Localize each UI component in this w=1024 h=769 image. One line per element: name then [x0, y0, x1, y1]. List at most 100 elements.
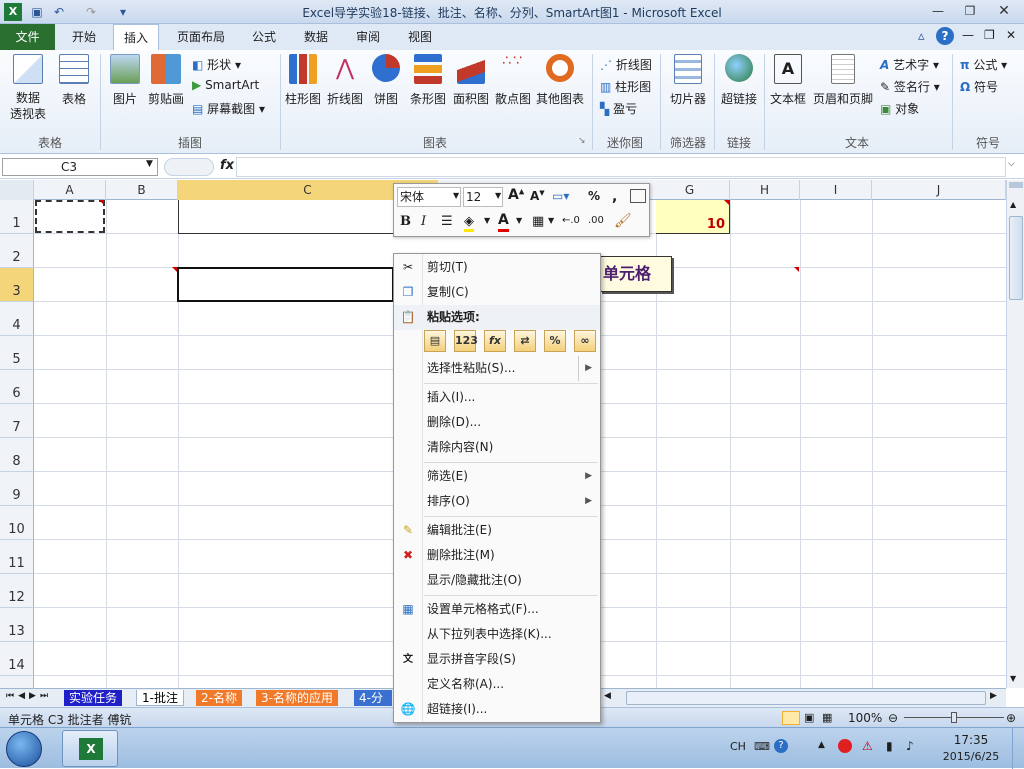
paste-button[interactable]: ▤ — [424, 330, 446, 352]
table-button[interactable]: 表格 — [56, 54, 92, 107]
header-footer-button[interactable]: 页眉和页脚 — [810, 54, 876, 107]
comma-style-icon[interactable]: , — [612, 189, 617, 205]
volume-icon[interactable]: ♪ — [906, 739, 914, 753]
slicer-button[interactable]: 切片器 — [666, 54, 710, 107]
row-header[interactable]: 14 — [0, 642, 34, 676]
sheet-tab-comments[interactable]: 1-批注 — [136, 690, 184, 706]
shrink-font-icon[interactable]: A▼ — [530, 189, 545, 203]
picture-button[interactable]: 图片 — [108, 54, 142, 107]
other-charts-button[interactable]: 其他图表 — [536, 54, 584, 107]
pivot-table-button[interactable]: 数据 透视表 — [4, 54, 52, 122]
column-header-g[interactable]: G — [650, 180, 730, 200]
signature-line-button[interactable]: ✎ 签名行 ▾ — [880, 78, 940, 95]
row-header[interactable]: 13 — [0, 608, 34, 642]
row-header[interactable] — [0, 676, 34, 688]
hscroll-right-icon[interactable]: ▶ — [990, 691, 997, 701]
split-handle[interactable] — [1009, 182, 1023, 188]
font-color-icon[interactable]: A — [498, 212, 509, 232]
sparkline-winloss-button[interactable]: ▚ 盈亏 — [600, 100, 637, 117]
language-indicator[interactable]: CH — [730, 740, 746, 753]
row-header[interactable]: 5 — [0, 336, 34, 370]
tab-file[interactable]: 文件 — [0, 24, 55, 50]
sheet-tab-names[interactable]: 2-名称 — [196, 690, 242, 706]
paste-transpose-button[interactable]: ⇄ — [514, 330, 536, 352]
menu-item-paste-special[interactable]: 选择性粘贴(S)... ▶ — [394, 356, 600, 381]
minimize-ribbon-icon[interactable]: ▵ — [918, 29, 925, 44]
signal-icon[interactable]: ▮ — [886, 739, 893, 753]
hyperlink-button[interactable]: 超链接 — [718, 54, 760, 107]
row-header[interactable]: 7 — [0, 404, 34, 438]
symbol-button[interactable]: Ω 符号 — [960, 78, 998, 95]
menu-item-format-cells[interactable]: ▦ 设置单元格格式(F)... — [394, 597, 600, 622]
normal-view-icon[interactable] — [782, 711, 800, 725]
column-header-b[interactable]: B — [106, 180, 178, 200]
menu-item-define-name[interactable]: 定义名称(A)... — [394, 672, 600, 697]
excel-taskbar-button[interactable]: X — [62, 730, 118, 767]
network-warning-icon[interactable]: ⚠ — [862, 739, 873, 753]
insert-function-button[interactable]: fx — [220, 158, 234, 173]
clip-art-button[interactable]: 剪贴画 — [146, 54, 186, 107]
font-name-select[interactable]: 宋体 — [397, 187, 461, 207]
column-header-j[interactable]: J — [872, 180, 1006, 200]
row-header[interactable]: 1 — [0, 200, 34, 234]
minimize-button[interactable]: — — [924, 2, 952, 20]
comment-box[interactable]: 单元格 — [600, 256, 672, 292]
paste-formulas-button[interactable]: fx — [484, 330, 506, 352]
name-box[interactable]: C3 — [2, 158, 158, 176]
menu-item-clear[interactable]: 清除内容(N) — [394, 435, 600, 460]
decrease-decimal-icon[interactable]: .00 — [588, 215, 604, 226]
help-icon[interactable]: ? — [936, 27, 954, 45]
align-center-icon[interactable]: ☰ — [441, 214, 453, 229]
row-header[interactable]: 3 — [0, 268, 34, 302]
cell-c1[interactable] — [178, 200, 394, 234]
sparkline-line-button[interactable]: ⋰ 折线图 — [600, 56, 652, 73]
close-button[interactable]: ✕ — [990, 2, 1018, 20]
clock-time[interactable]: 17:35 — [944, 733, 998, 747]
tab-view[interactable]: 视图 — [398, 24, 442, 50]
zoom-out-icon[interactable]: ⊖ — [888, 711, 898, 725]
selected-cell-c3[interactable] — [177, 267, 394, 302]
tab-data[interactable]: 数据 — [294, 24, 338, 50]
tab-home[interactable]: 开始 — [62, 24, 106, 50]
page-layout-view-icon[interactable]: ▣ — [804, 711, 814, 724]
italic-icon[interactable]: I — [421, 214, 426, 229]
text-box-button[interactable]: A 文本框 — [768, 54, 808, 107]
equation-button[interactable]: π 公式 ▾ — [960, 56, 1007, 73]
shapes-button[interactable]: ◧ 形状 ▾ — [192, 56, 241, 73]
smartart-button[interactable]: ▶ SmartArt — [192, 78, 259, 92]
format-painter-cells-icon[interactable] — [630, 189, 646, 203]
zoom-slider-thumb[interactable] — [951, 712, 957, 723]
doc-minimize-icon[interactable]: — — [962, 28, 974, 42]
row-header[interactable]: 8 — [0, 438, 34, 472]
row-header[interactable]: 12 — [0, 574, 34, 608]
menu-item-copy[interactable]: ❐ 复制(C) — [394, 280, 600, 305]
menu-item-hyperlink[interactable]: 🌐 超链接(I)... — [394, 697, 600, 722]
paste-formatting-button[interactable]: % — [544, 330, 566, 352]
doc-restore-icon[interactable]: ❐ — [984, 28, 995, 42]
tab-review[interactable]: 审阅 — [346, 24, 390, 50]
column-header-i[interactable]: I — [800, 180, 872, 200]
scroll-down-icon[interactable]: ▼ — [1010, 674, 1016, 683]
borders-icon[interactable]: ▦ — [532, 214, 544, 229]
object-button[interactable]: ▣ 对象 — [880, 100, 919, 117]
ime-help-icon[interactable]: ? — [774, 739, 788, 753]
fill-color-icon[interactable]: ◈ — [464, 214, 474, 232]
show-desktop-button[interactable] — [1012, 728, 1024, 769]
paste-values-button[interactable]: 123 — [454, 330, 478, 352]
name-box-dropdown-icon[interactable]: ▼ — [146, 159, 153, 169]
maximize-button[interactable]: ❐ — [956, 2, 984, 20]
row-header[interactable]: 6 — [0, 370, 34, 404]
menu-item-edit-comment[interactable]: ✎ 编辑批注(E) — [394, 518, 600, 543]
tab-formulas[interactable]: 公式 — [242, 24, 286, 50]
tab-page-layout[interactable]: 页面布局 — [167, 24, 235, 50]
paste-link-button[interactable]: ∞ — [574, 330, 596, 352]
menu-item-cut[interactable]: ✂ 剪切(T) — [394, 255, 600, 280]
increase-decimal-icon[interactable]: ←.0 — [562, 215, 580, 226]
column-chart-button[interactable]: 柱形图 — [283, 54, 323, 107]
doc-close-icon[interactable]: ✕ — [1006, 28, 1016, 42]
percent-style-icon[interactable]: % — [588, 189, 600, 203]
charts-dialog-launcher-icon[interactable]: ↘ — [578, 136, 586, 146]
menu-item-insert[interactable]: 插入(I)... — [394, 385, 600, 410]
row-header[interactable]: 9 — [0, 472, 34, 506]
row-header[interactable]: 4 — [0, 302, 34, 336]
